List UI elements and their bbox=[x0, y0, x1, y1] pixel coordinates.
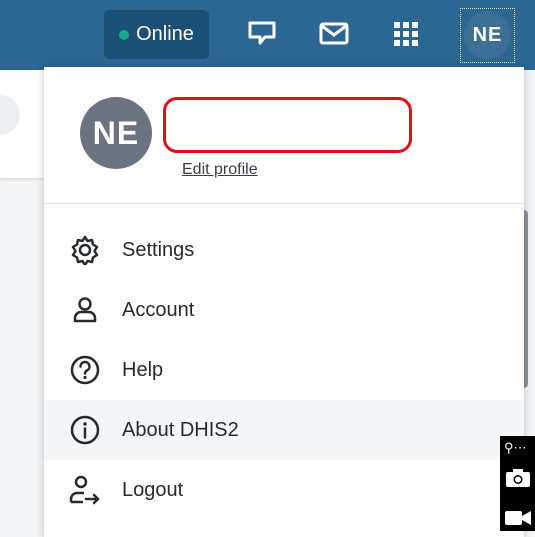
online-status-button[interactable]: Online bbox=[104, 10, 209, 59]
menu-item-label: Help bbox=[122, 358, 164, 381]
avatar: NE bbox=[464, 12, 511, 59]
help-icon bbox=[68, 353, 102, 387]
recording-widget[interactable]: ⚲⋯ bbox=[500, 436, 535, 531]
person-icon bbox=[68, 293, 102, 327]
menu-item-account[interactable]: Account bbox=[44, 280, 524, 340]
menu-item-label: Logout bbox=[122, 478, 184, 501]
interpretations-icon[interactable] bbox=[246, 18, 278, 50]
apps-icon[interactable] bbox=[390, 18, 422, 50]
online-indicator-icon bbox=[119, 29, 130, 40]
gear-icon bbox=[68, 233, 102, 267]
menu-item-label: About DHIS2 bbox=[122, 418, 239, 441]
menu-item-label: Settings bbox=[122, 238, 195, 261]
edit-profile-link[interactable]: Edit profile bbox=[182, 161, 258, 179]
profile-name-highlight bbox=[163, 97, 412, 153]
info-icon bbox=[68, 413, 102, 447]
camera-icon[interactable] bbox=[505, 468, 531, 488]
menu-item-label: Account bbox=[122, 298, 195, 321]
link-icon: ⚲⋯ bbox=[504, 440, 527, 455]
online-status-label: Online bbox=[136, 23, 194, 45]
profile-menu-button[interactable]: NE bbox=[460, 8, 515, 63]
menu-item-logout[interactable]: Logout bbox=[44, 460, 524, 520]
profile-header: NE Edit profile bbox=[44, 67, 524, 204]
header-bar: Online NE bbox=[0, 0, 535, 70]
profile-avatar: NE bbox=[80, 97, 152, 169]
menu-item-about[interactable]: About DHIS2 bbox=[44, 400, 524, 460]
video-icon[interactable] bbox=[504, 508, 532, 528]
logout-icon bbox=[68, 473, 102, 507]
menu-item-help[interactable]: Help bbox=[44, 340, 524, 400]
profile-menu: NE Edit profile Settings Account Help Ab… bbox=[44, 67, 524, 537]
menu-item-settings[interactable]: Settings bbox=[44, 220, 524, 280]
mail-icon[interactable] bbox=[318, 18, 350, 50]
